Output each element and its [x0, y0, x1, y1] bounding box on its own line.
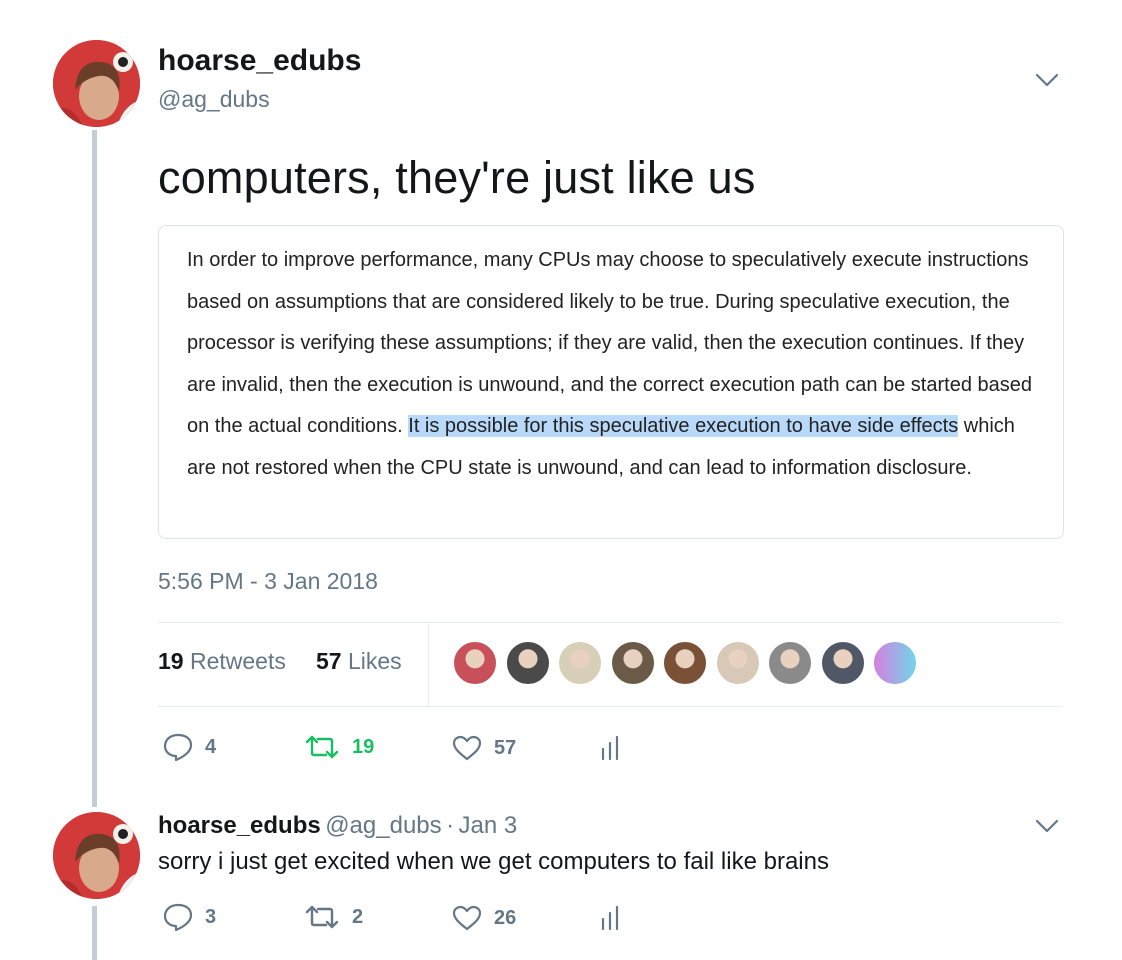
reply-button[interactable]: 4	[163, 733, 216, 761]
speech-bubble-icon	[163, 733, 193, 761]
reply-date[interactable]: Jan 3	[459, 812, 518, 839]
reply-separator: ·	[446, 812, 455, 839]
reply-like-count: 26	[494, 906, 517, 929]
reply-handle[interactable]: @ag_dubs	[325, 812, 441, 839]
avatar-image	[53, 40, 140, 127]
timestamp[interactable]: 5:56 PM - 3 Jan 2018	[158, 568, 378, 595]
bar-chart-icon	[601, 905, 619, 931]
quoted-text-card: In order to improve performance, many CP…	[158, 225, 1064, 539]
likes-stat-label: Likes	[347, 648, 402, 674]
tweet-text: computers, they're just like us	[158, 152, 756, 203]
liker-avatar[interactable]	[557, 640, 603, 686]
like-button[interactable]: 57	[452, 735, 516, 761]
retweet-button[interactable]: 19	[304, 735, 374, 759]
liker-avatar[interactable]	[767, 640, 813, 686]
quote-text-before: In order to improve performance, many CP…	[187, 249, 1032, 438]
avatar[interactable]	[53, 40, 140, 127]
heart-icon	[452, 905, 482, 931]
thread-line-continuation	[92, 906, 97, 960]
liker-avatar[interactable]	[714, 640, 761, 686]
bar-chart-icon	[601, 735, 619, 761]
liker-avatar[interactable]	[452, 640, 498, 686]
liker-avatar[interactable]	[819, 640, 866, 686]
retweet-arrows-icon	[305, 905, 339, 929]
retweet-count: 19	[352, 735, 375, 758]
quote-text-highlighted: It is possible for this speculative exec…	[408, 415, 959, 438]
retweet-arrows-icon	[305, 735, 339, 759]
like-count: 57	[494, 736, 517, 759]
retweets-stat-label: Retweets	[189, 648, 286, 674]
stats-divider-bottom	[158, 706, 1062, 707]
heart-icon	[452, 735, 482, 761]
analytics-button[interactable]	[600, 735, 622, 761]
reply-like-button[interactable]: 26	[452, 905, 516, 931]
reply-chevron-down-icon[interactable]	[1035, 818, 1059, 839]
reply-avatar[interactable]	[53, 812, 140, 899]
stats-divider-top	[158, 622, 1062, 623]
retweets-stat[interactable]: 19 Retweets	[158, 648, 286, 675]
reply-display-name[interactable]: hoarse_edubs	[158, 812, 321, 839]
liker-avatar[interactable]	[662, 640, 708, 686]
reply-header: hoarse_edubs @ag_dubs · Jan 3	[158, 812, 517, 840]
chevron-down-icon[interactable]	[1035, 72, 1059, 93]
likes-stat-count: 57	[316, 648, 342, 674]
handle[interactable]: @ag_dubs	[158, 86, 270, 113]
reply-retweet-button[interactable]: 2	[304, 905, 363, 929]
reply-reply-button[interactable]: 3	[163, 903, 216, 931]
liker-avatar[interactable]	[504, 640, 551, 686]
reply-analytics-button[interactable]	[600, 905, 622, 931]
reply-count: 4	[205, 735, 217, 758]
speech-bubble-icon	[163, 903, 193, 931]
thread-line	[92, 130, 97, 807]
likes-stat[interactable]: 57 Likes	[316, 648, 402, 675]
reply-text: sorry i just get excited when we get com…	[158, 848, 829, 875]
liker-avatar[interactable]	[872, 640, 918, 686]
stats-divider-vertical	[428, 623, 429, 706]
reply-retweet-count: 2	[352, 905, 364, 928]
retweets-stat-count: 19	[158, 648, 184, 674]
liker-avatar[interactable]	[609, 640, 656, 686]
quoted-text: In order to improve performance, many CP…	[187, 240, 1047, 490]
reply-avatar-image	[53, 812, 140, 899]
display-name[interactable]: hoarse_edubs	[158, 44, 361, 78]
reply-reply-count: 3	[205, 905, 217, 928]
